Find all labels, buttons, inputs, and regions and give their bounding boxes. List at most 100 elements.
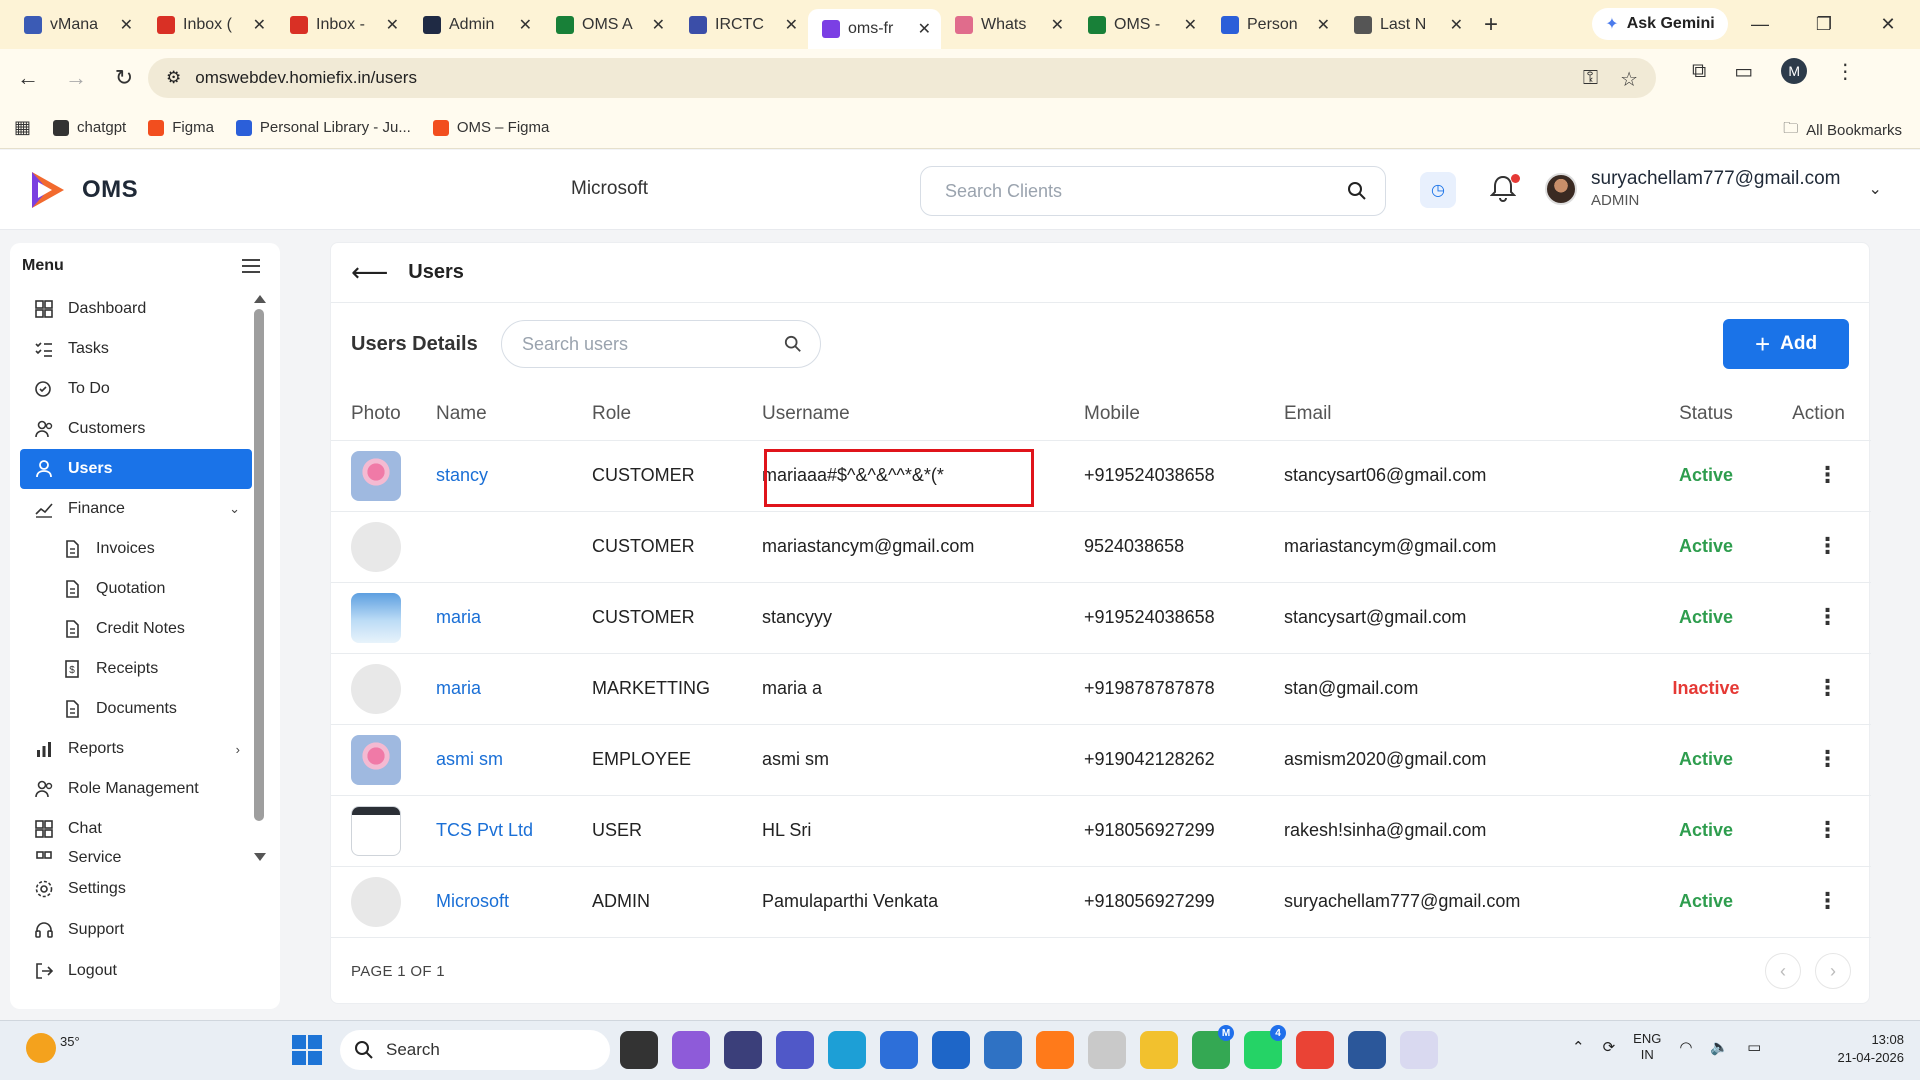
kebab-menu-icon[interactable]: ⋮ xyxy=(1817,535,1839,557)
task-view-icon[interactable] xyxy=(620,1031,658,1069)
taskbar-search[interactable]: Search xyxy=(340,1030,610,1070)
language-indicator[interactable]: ENG IN xyxy=(1633,1031,1661,1064)
search-icon[interactable] xyxy=(784,335,802,353)
url-field[interactable]: ⚙ omswebdev.homiefix.in/users ⚿ ☆ xyxy=(148,58,1656,98)
back-icon[interactable]: ← xyxy=(8,58,48,98)
sidebar-item-logout[interactable]: Logout xyxy=(20,950,252,991)
eclipse-icon[interactable] xyxy=(724,1031,762,1069)
user-name-link[interactable]: asmi sm xyxy=(436,749,503,769)
browser-tab[interactable]: Whats ✕ xyxy=(941,7,1074,43)
table-row[interactable]: TCS Pvt Ltd USER HL Sri +918056927299 rakesh… xyxy=(331,795,1871,867)
client-search-input[interactable] xyxy=(945,180,1347,202)
table-row[interactable]: maria MARKETTING maria a +919878787878 stan@… xyxy=(331,653,1871,725)
scroll-up-icon[interactable] xyxy=(254,295,266,303)
whatsapp-icon[interactable]: 4 xyxy=(1244,1025,1286,1069)
teams-icon[interactable] xyxy=(776,1031,814,1069)
kebab-menu-icon[interactable]: ⋮ xyxy=(1817,748,1839,770)
browser-tab[interactable]: OMS - ✕ xyxy=(1074,7,1207,43)
search-icon[interactable] xyxy=(1347,181,1367,201)
user-name-link[interactable]: stancy xyxy=(436,465,488,485)
sidebar-item-customers[interactable]: Customers xyxy=(20,409,252,449)
bookmark-item[interactable]: Figma xyxy=(148,119,214,136)
windows-start-icon[interactable] xyxy=(292,1035,322,1065)
new-tab-icon[interactable]: + xyxy=(1473,7,1509,43)
table-row[interactable]: Microsoft ADMIN Pamulaparthi Venkata +91805… xyxy=(331,866,1871,938)
tab-close-icon[interactable]: ✕ xyxy=(1051,15,1064,35)
browser-tab[interactable]: Last N ✕ xyxy=(1340,7,1473,43)
copilot-icon[interactable] xyxy=(672,1031,710,1069)
chevron-up-icon[interactable]: ⌃ xyxy=(1572,1038,1585,1056)
tab-close-icon[interactable]: ✕ xyxy=(386,15,399,35)
chevron-down-icon[interactable]: ⌄ xyxy=(229,501,240,517)
bookmark-item[interactable]: OMS – Figma xyxy=(432,119,549,136)
add-user-button[interactable]: + Add xyxy=(1723,319,1849,369)
vscode-like-icon[interactable] xyxy=(880,1031,918,1069)
battery-icon[interactable]: ▭ xyxy=(1747,1038,1761,1056)
file-explorer-icon[interactable] xyxy=(1140,1031,1178,1069)
user-name-link[interactable]: maria xyxy=(436,607,481,627)
table-row[interactable]: maria CUSTOMER stancyyy +919524038658 stancy… xyxy=(331,582,1871,654)
tab-close-icon[interactable]: ✕ xyxy=(519,15,532,35)
table-row[interactable]: asmi sm EMPLOYEE asmi sm +919042128262 asmis… xyxy=(331,724,1871,796)
browser-tab[interactable]: oms-fr ✕ xyxy=(808,9,941,49)
sidebar-item-settings[interactable]: Settings xyxy=(20,868,252,909)
kebab-menu-icon[interactable]: ⋮ xyxy=(1817,677,1839,699)
user-name-link[interactable]: maria xyxy=(436,678,481,698)
sidebar-item-receipts[interactable]: $ Receipts xyxy=(20,649,252,689)
bookmark-star-icon[interactable]: ☆ xyxy=(1620,67,1638,92)
user-photo[interactable] xyxy=(351,734,401,785)
sidebar-item-to-do[interactable]: To Do xyxy=(20,369,252,409)
user-photo[interactable] xyxy=(351,592,401,643)
sync-icon[interactable]: ⟳ xyxy=(1603,1038,1616,1056)
sidebar-item-credit-notes[interactable]: Credit Notes xyxy=(20,609,252,649)
sidebar-item-dashboard[interactable]: Dashboard xyxy=(20,289,252,329)
user-photo[interactable] xyxy=(351,450,401,501)
browser-tab[interactable]: Inbox (✕ xyxy=(143,7,276,43)
browser-tab[interactable]: Admin ✕ xyxy=(409,7,542,43)
profile-avatar[interactable]: M xyxy=(1781,58,1808,84)
url-text[interactable]: omswebdev.homiefix.in/users xyxy=(195,68,417,88)
wifi-icon[interactable]: ◠ xyxy=(1679,1038,1692,1056)
all-bookmarks[interactable]: 🗀 All Bookmarks xyxy=(1783,118,1902,143)
extensions-icon[interactable]: ⧉ xyxy=(1692,60,1706,83)
sidebar-item-users[interactable]: Users xyxy=(20,449,252,489)
clock-icon[interactable]: ◷ xyxy=(1420,172,1456,208)
sidebar-scrollbar[interactable] xyxy=(254,295,266,865)
weather-widget[interactable]: 35° xyxy=(26,1033,80,1063)
browser-tab[interactable]: OMS A ✕ xyxy=(542,7,675,43)
client-search-box[interactable] xyxy=(920,166,1386,216)
forward-icon[interactable]: → xyxy=(56,58,96,98)
firefox-icon[interactable] xyxy=(1036,1031,1074,1069)
user-name-link[interactable]: Microsoft xyxy=(436,891,509,911)
sidebar-item-quotation[interactable]: Quotation xyxy=(20,569,252,609)
sidebar-item-service[interactable]: Service xyxy=(20,849,252,863)
back-arrow-icon[interactable]: ⟵ xyxy=(351,257,388,288)
browser-tab[interactable]: IRCTC ✕ xyxy=(675,7,808,43)
prev-page-icon[interactable]: ‹ xyxy=(1765,953,1801,989)
hamburger-icon[interactable] xyxy=(242,259,260,273)
taskbar-clock[interactable]: 13:08 21-04-2026 xyxy=(1838,1031,1905,1067)
minimize-icon[interactable]: — xyxy=(1728,0,1792,49)
user-photo[interactable] xyxy=(351,663,401,714)
kebab-menu-icon[interactable]: ⋮ xyxy=(1817,890,1839,912)
tab-close-icon[interactable]: ✕ xyxy=(120,15,133,35)
tab-close-icon[interactable]: ✕ xyxy=(652,15,665,35)
sidebar-item-invoices[interactable]: Invoices xyxy=(20,529,252,569)
user-search-box[interactable] xyxy=(501,320,821,368)
password-key-icon[interactable]: ⚿ xyxy=(1583,67,1598,92)
chrome-profile-icon[interactable] xyxy=(1296,1031,1334,1069)
browser-tab[interactable]: vMana ✕ xyxy=(10,7,143,43)
sidebar-item-chat[interactable]: Chat xyxy=(20,809,252,849)
tab-close-icon[interactable]: ✕ xyxy=(253,15,266,35)
ask-gemini-button[interactable]: ✦ Ask Gemini xyxy=(1592,8,1728,40)
restore-icon[interactable]: ❐ xyxy=(1792,0,1856,49)
user-photo[interactable] xyxy=(351,876,401,927)
table-row[interactable]: stancy CUSTOMER mariaaa#$^&^&^^*&*(* +91952… xyxy=(331,440,1871,512)
bookmark-item[interactable]: Personal Library - Ju... xyxy=(235,119,411,136)
edge-icon[interactable] xyxy=(828,1031,866,1069)
tab-close-icon[interactable]: ✕ xyxy=(1184,15,1197,35)
table-row[interactable]: CUSTOMER mariastancym@gmail.com 9524038658… xyxy=(331,511,1871,583)
tab-close-icon[interactable]: ✕ xyxy=(785,15,798,35)
site-info-icon[interactable]: ⚙ xyxy=(166,68,181,88)
scroll-thumb[interactable] xyxy=(254,309,264,821)
